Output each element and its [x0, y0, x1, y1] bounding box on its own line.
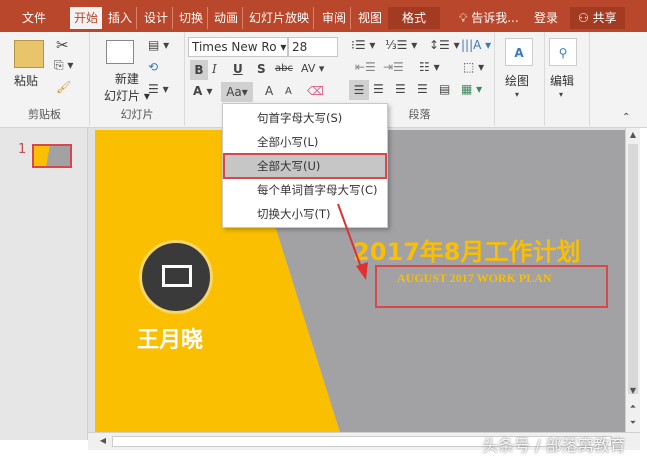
align-center-button[interactable]: ☰: [373, 82, 384, 96]
section-icon[interactable]: ☰ ▾: [148, 82, 169, 96]
shadow-button[interactable]: S: [257, 62, 266, 76]
clipboard-group: 粘贴 ✂ ⎘ ▾ 🖌︎ 剪贴板: [0, 32, 90, 126]
envelope-icon: [162, 265, 192, 287]
tab-transitions[interactable]: 切换: [175, 7, 209, 29]
format-painter-icon[interactable]: 🖌︎: [56, 80, 71, 94]
shrink-font-button[interactable]: A: [285, 86, 292, 97]
clear-format-icon[interactable]: ⌫: [307, 84, 324, 98]
paste-label[interactable]: 粘贴: [14, 72, 38, 89]
subtitle-highlight-box[interactable]: AUGUST 2017 WORK PLAN: [375, 265, 608, 308]
new-slide-button[interactable]: 新建 幻灯片 ▾: [104, 70, 150, 104]
char-spacing-button[interactable]: AV ▾: [301, 62, 324, 75]
editing-group[interactable]: ⚲ 编辑 ▾: [545, 32, 590, 126]
slide-number: 1: [18, 142, 27, 157]
font-color-label: A: [193, 84, 203, 98]
justify-button[interactable]: ☰: [417, 82, 428, 96]
cut-icon[interactable]: ✂: [56, 36, 69, 54]
align-text-button[interactable]: ⬚ ▾: [463, 60, 484, 74]
reset-icon[interactable]: ⟲: [148, 60, 158, 74]
copy-icon[interactable]: ⎘ ▾: [54, 58, 73, 73]
ribbon-tab-bar: 文件 开始 插入 设计 切换 动画 幻灯片放映 审阅 视图 格式 💡︎ 告诉我.…: [0, 0, 647, 32]
tab-slideshow[interactable]: 幻灯片放映: [245, 7, 315, 29]
menu-item-sentence-case[interactable]: 句首字母大写(S): [224, 106, 386, 130]
columns-button[interactable]: ☷ ▾: [419, 60, 440, 74]
person-add-icon: ⚇: [578, 11, 589, 25]
font-color-button[interactable]: A ▾: [193, 84, 213, 98]
tell-me-label: 告诉我...: [471, 11, 519, 25]
collapse-ribbon-icon[interactable]: ⌃: [622, 112, 630, 123]
menu-item-lowercase[interactable]: 全部小写(L): [224, 130, 386, 154]
tab-home[interactable]: 开始: [70, 7, 103, 29]
strikethrough-button[interactable]: abc: [275, 63, 293, 74]
new-slide-icon[interactable]: [106, 40, 134, 64]
editing-chevron-icon: ▾: [559, 90, 564, 99]
vertical-scrollbar[interactable]: ▲ ▼ ⏶ ⏷: [625, 128, 640, 432]
share-label: 共享: [592, 11, 617, 25]
smartart-button[interactable]: ▦ ▾: [461, 82, 482, 96]
slides-group: 新建 幻灯片 ▾ ▤ ▾ ⟲ ☰ ▾ 幻灯片: [90, 32, 185, 126]
slide-subtitle: AUGUST 2017 WORK PLAN: [397, 271, 552, 285]
tab-file[interactable]: 文件: [18, 7, 50, 29]
drawing-label: 绘图: [505, 74, 530, 88]
char-spacing-label: AV: [301, 62, 316, 75]
change-case-label: Aa: [226, 85, 242, 99]
avatar-circle: [139, 240, 213, 314]
font-name-select[interactable]: Times New Ro ▾: [188, 37, 288, 57]
align-left-button[interactable]: ☰: [349, 80, 369, 100]
bold-button[interactable]: B: [190, 60, 208, 80]
scroll-left-icon[interactable]: ◀: [96, 436, 110, 445]
next-slide-icon[interactable]: ⏷: [626, 418, 640, 428]
new-slide-label-1: 新建: [114, 72, 139, 86]
tab-review[interactable]: 审阅: [318, 7, 352, 29]
underline-button[interactable]: U: [233, 62, 243, 76]
tab-view[interactable]: 视图: [354, 7, 386, 29]
tab-format[interactable]: 格式: [388, 7, 441, 29]
editing-label: 编辑: [550, 74, 575, 88]
font-size-select[interactable]: 28: [288, 37, 338, 57]
watermark: 头条号 / 部落窝教育: [482, 436, 626, 455]
paste-icon[interactable]: [14, 40, 44, 68]
share-button[interactable]: ⚇ 共享: [570, 7, 625, 29]
layout-icon[interactable]: ▤ ▾: [148, 38, 169, 52]
line-spacing-button[interactable]: ↕☰ ▾: [429, 38, 460, 52]
presenter-name[interactable]: 王月晓: [137, 322, 203, 354]
scroll-up-icon[interactable]: ▲: [626, 130, 640, 139]
change-case-button[interactable]: Aa▾: [221, 82, 253, 102]
clipboard-group-label: 剪贴板: [28, 108, 61, 121]
lightbulb-icon: 💡︎: [459, 11, 468, 25]
bullets-button[interactable]: ⁝☰ ▾: [351, 38, 375, 52]
thumbnail-pane: 1: [0, 128, 88, 440]
slide-title[interactable]: 2017年8月工作计划: [353, 232, 581, 267]
scroll-thumb[interactable]: [628, 144, 638, 394]
distribute-button[interactable]: ▤: [439, 82, 450, 96]
drawing-chevron-icon: ▾: [515, 90, 520, 99]
scroll-down-icon[interactable]: ▼: [626, 386, 640, 395]
slide-thumbnail[interactable]: [32, 144, 72, 168]
numbering-button[interactable]: ⅓☰ ▾: [385, 38, 417, 52]
slides-group-label: 幻灯片: [120, 108, 154, 121]
decrease-indent-button[interactable]: ⇤☰: [355, 60, 376, 74]
italic-button[interactable]: I: [212, 62, 217, 76]
shapes-icon: A: [505, 38, 533, 66]
text-direction-button[interactable]: |||A ▾: [461, 38, 491, 52]
menu-item-capitalize-each-word[interactable]: 每个单词首字母大写(C): [224, 178, 386, 202]
previous-slide-icon[interactable]: ⏶: [626, 402, 640, 412]
font-name-value: Times New Ro: [192, 40, 277, 54]
tab-design[interactable]: 设计: [140, 7, 174, 29]
tab-animations[interactable]: 动画: [210, 7, 244, 29]
increase-indent-button[interactable]: ⇥☰: [383, 60, 404, 74]
drawing-group[interactable]: A 绘图 ▾: [495, 32, 545, 126]
tab-insert[interactable]: 插入: [104, 7, 138, 29]
red-arrow-annotation: [337, 203, 368, 280]
tell-me-search[interactable]: 💡︎ 告诉我...: [455, 7, 523, 29]
new-slide-label-2: 幻灯片: [104, 89, 141, 103]
font-size-value: 28: [292, 40, 308, 54]
sign-in-link[interactable]: 登录: [530, 7, 562, 29]
search-icon: ⚲: [549, 38, 577, 66]
menu-item-uppercase[interactable]: 全部大写(U): [223, 153, 387, 179]
grow-font-button[interactable]: A: [265, 84, 273, 98]
align-right-button[interactable]: ☰: [395, 82, 406, 96]
